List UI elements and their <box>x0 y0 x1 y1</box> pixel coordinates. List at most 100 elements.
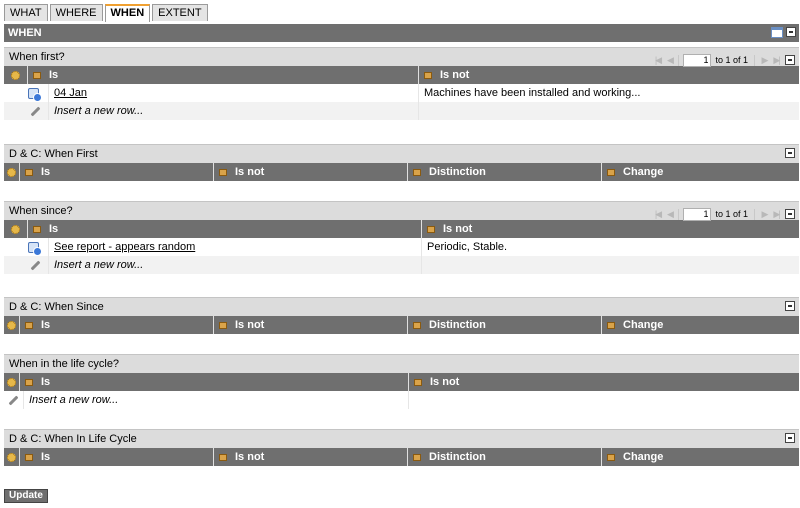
row-icon-cell <box>4 391 24 409</box>
column-distinction[interactable]: Distinction <box>408 163 602 181</box>
column-distinction[interactable]: Distinction <box>408 448 602 466</box>
last-page-icon[interactable]: ▶| <box>771 51 781 69</box>
select-column[interactable] <box>4 66 28 84</box>
panel-header: When in the life cycle? <box>4 354 799 373</box>
update-button[interactable]: Update <box>4 489 48 503</box>
row-link[interactable]: 04 Jan <box>54 84 87 102</box>
tab-what[interactable]: WHAT <box>4 4 48 21</box>
panel-header: D & C: When Since <box>4 297 799 316</box>
pencil-icon <box>30 106 41 116</box>
box-icon <box>413 168 421 176</box>
tab-where[interactable]: WHERE <box>49 4 103 21</box>
insert-row-label[interactable]: Insert a new row... <box>24 391 409 409</box>
collapse-icon[interactable] <box>785 301 795 311</box>
column-is[interactable]: Is <box>28 220 422 238</box>
column-is-not[interactable]: Is not <box>214 163 408 181</box>
cell-is-not: Periodic, Stable. <box>427 241 508 253</box>
box-icon <box>25 168 33 176</box>
tab-when[interactable]: WHEN <box>104 4 151 22</box>
collapse-icon[interactable] <box>785 148 795 158</box>
select-column[interactable] <box>4 220 28 238</box>
first-page-icon[interactable]: |◀ <box>652 205 662 223</box>
insert-row[interactable]: Insert a new row... <box>4 256 799 274</box>
page-count: to 1 of 1 <box>715 55 748 65</box>
panel-title: D & C: When Since <box>9 301 104 313</box>
panel-header: D & C: When In Life Cycle <box>4 429 799 448</box>
table-row: See report - appears random Periodic, St… <box>4 238 799 256</box>
column-header-row: Is Is not Distinction Change <box>4 448 799 466</box>
pager: |◀ ◀ to 1 of 1 ▶ ▶| <box>652 51 781 69</box>
dc-when-lifecycle-panel: D & C: When In Life Cycle Is Is not Dist… <box>4 429 799 466</box>
dc-when-since-panel: D & C: When Since Is Is not Distinction … <box>4 297 799 334</box>
page-count: to 1 of 1 <box>715 209 748 219</box>
column-is-not[interactable]: Is not <box>214 316 408 334</box>
column-is[interactable]: Is <box>20 316 214 334</box>
document-icon[interactable] <box>28 87 42 102</box>
pencil-icon <box>8 395 19 405</box>
pencil-icon <box>30 260 41 270</box>
box-icon <box>25 378 33 386</box>
page-input[interactable] <box>683 53 712 67</box>
select-column[interactable] <box>4 163 20 181</box>
column-change[interactable]: Change <box>602 316 799 334</box>
box-icon <box>413 453 421 461</box>
column-change[interactable]: Change <box>602 163 799 181</box>
cell-is-not: Machines have been installed and working… <box>424 87 641 99</box>
panel-header: D & C: When First <box>4 144 799 163</box>
insert-row-label[interactable]: Insert a new row... <box>49 256 422 274</box>
select-column[interactable] <box>4 316 20 334</box>
insert-row[interactable]: Insert a new row... <box>4 102 799 120</box>
collapse-icon[interactable] <box>785 209 795 219</box>
column-is[interactable]: Is <box>20 373 409 391</box>
document-icon[interactable] <box>28 241 42 256</box>
column-header-row: Is Is not Distinction Change <box>4 163 799 181</box>
collapse-icon[interactable] <box>785 433 795 443</box>
row-icon-cell <box>4 256 49 274</box>
settings-icon <box>7 320 16 330</box>
box-icon <box>414 378 422 386</box>
tab-extent[interactable]: EXTENT <box>152 4 208 21</box>
page-input[interactable] <box>683 207 712 221</box>
prev-page-icon[interactable]: ◀ <box>664 205 674 223</box>
column-change[interactable]: Change <box>602 448 799 466</box>
box-icon <box>219 321 227 329</box>
when-section-title: WHEN <box>8 27 42 39</box>
box-icon <box>427 225 435 233</box>
row-link[interactable]: See report - appears random <box>54 238 195 256</box>
settings-icon <box>11 70 20 80</box>
collapse-icon[interactable] <box>786 27 796 37</box>
column-is-not[interactable]: Is not <box>214 448 408 466</box>
panel-header: When first? |◀ ◀ to 1 of 1 ▶ ▶| <box>4 47 799 69</box>
insert-row[interactable]: Insert a new row... <box>4 391 799 409</box>
box-icon <box>33 225 41 233</box>
when-section-header: WHEN <box>4 24 799 42</box>
column-is[interactable]: Is <box>20 163 214 181</box>
insert-row-label[interactable]: Insert a new row... <box>49 102 419 120</box>
next-page-icon[interactable]: ▶ <box>759 51 769 69</box>
column-is[interactable]: Is <box>20 448 214 466</box>
column-is-not[interactable]: Is not <box>409 373 799 391</box>
box-icon <box>219 168 227 176</box>
last-page-icon[interactable]: ▶| <box>771 205 781 223</box>
select-column[interactable] <box>4 373 20 391</box>
collapse-icon[interactable] <box>785 55 795 65</box>
box-icon <box>25 453 33 461</box>
panel-title: D & C: When In Life Cycle <box>9 433 137 445</box>
prev-page-icon[interactable]: ◀ <box>664 51 674 69</box>
box-icon <box>424 71 432 79</box>
cell-is: See report - appears random <box>49 238 422 256</box>
box-icon <box>219 453 227 461</box>
row-icon-cell <box>4 238 49 256</box>
first-page-icon[interactable]: |◀ <box>652 51 662 69</box>
column-distinction[interactable]: Distinction <box>408 316 602 334</box>
column-is[interactable]: Is <box>28 66 419 84</box>
panel-title: When in the life cycle? <box>9 358 120 370</box>
column-header-row: Is Is not <box>4 373 799 391</box>
settings-icon <box>11 224 20 234</box>
select-column[interactable] <box>4 448 20 466</box>
next-page-icon[interactable]: ▶ <box>759 205 769 223</box>
calendar-icon[interactable] <box>771 27 783 38</box>
cell-is: 04 Jan <box>49 84 419 102</box>
box-icon <box>607 168 615 176</box>
pager: |◀ ◀ to 1 of 1 ▶ ▶| <box>652 205 781 223</box>
